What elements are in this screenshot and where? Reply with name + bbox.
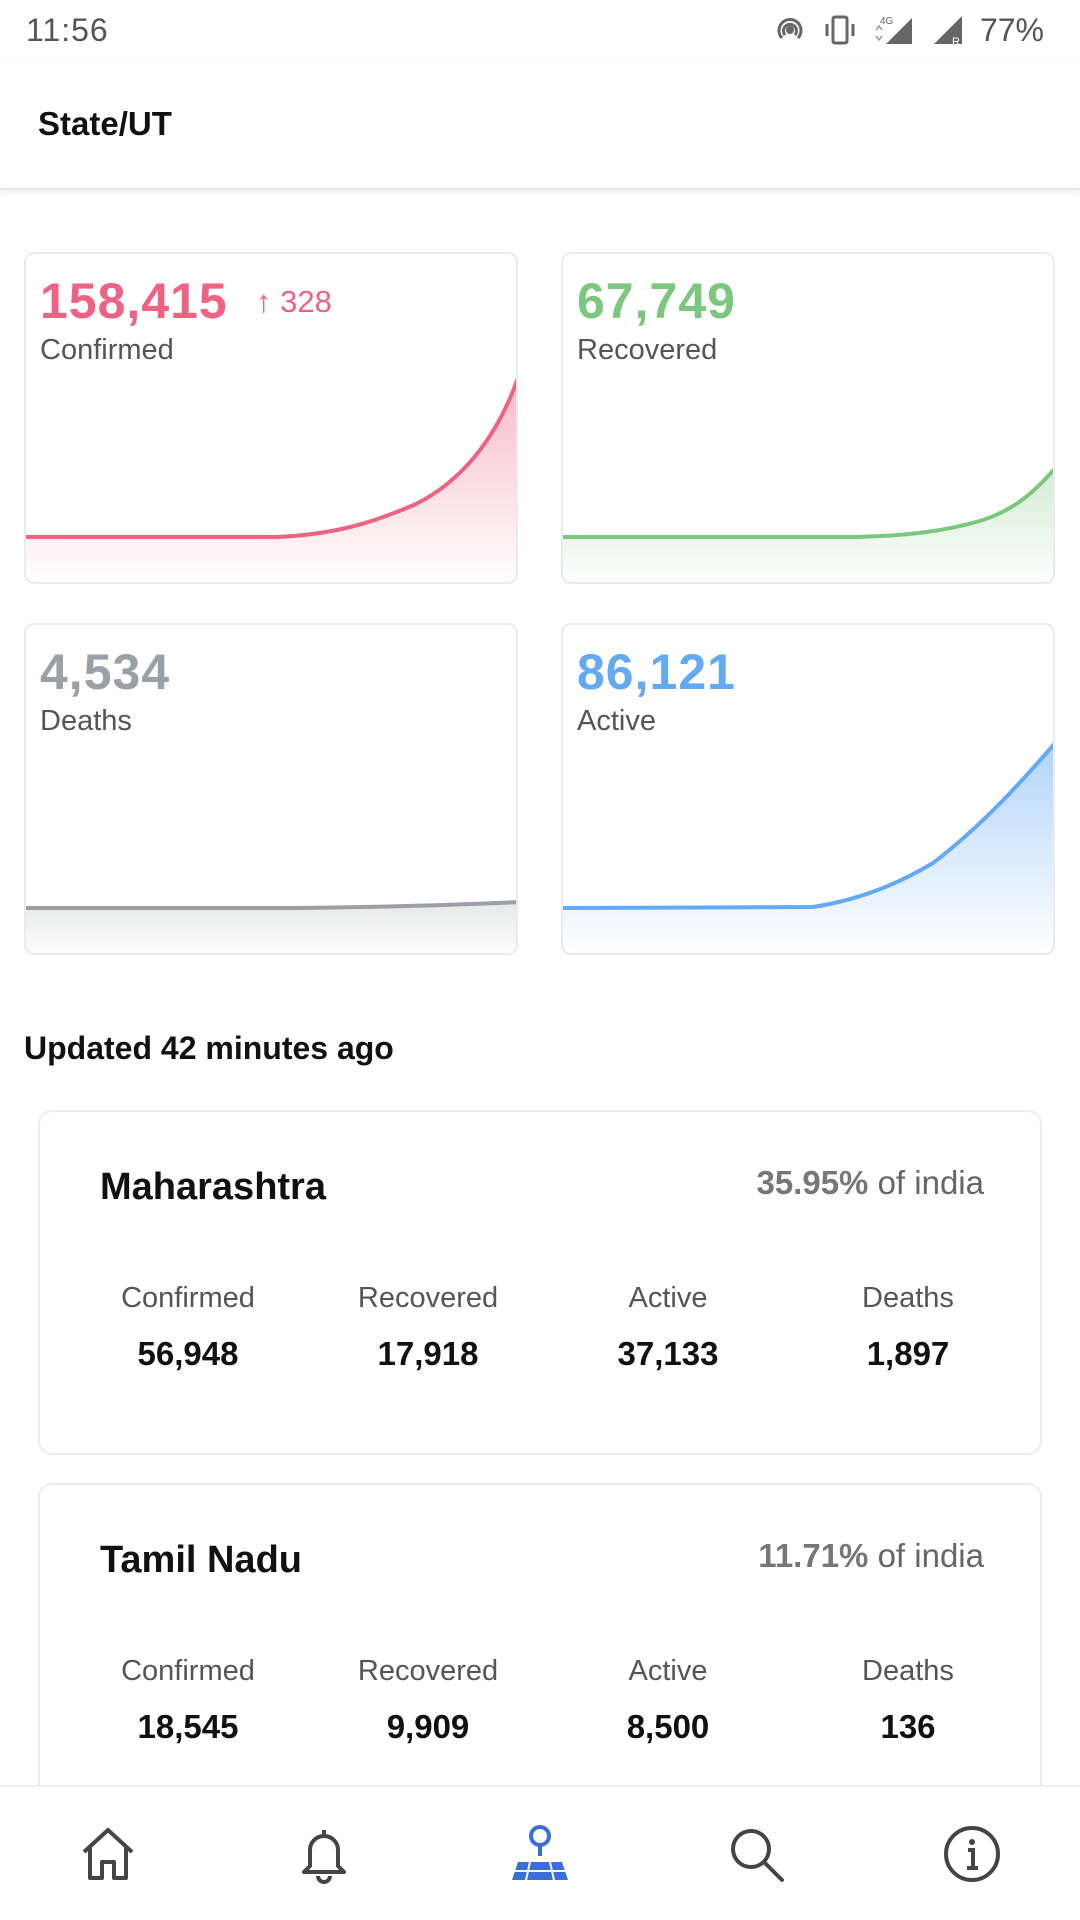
state-stat-active: Active 37,133 [617,1282,719,1372]
info-icon [944,1825,1000,1882]
hotspot-icon [772,12,808,48]
active-card[interactable]: 86,121 Active [561,623,1055,955]
deaths-value: 4,534 [40,644,171,700]
state-share: 35.95% of india [756,1164,984,1201]
updated-timestamp: Updated 42 minutes ago [24,1030,394,1066]
nav-home[interactable] [48,1804,168,1904]
page-title: State/UT [38,105,172,142]
state-stat-confirmed: Confirmed 56,948 [121,1282,255,1372]
deaths-label: Deaths [40,705,132,737]
battery-percent: 77% [979,11,1044,48]
signal-4g-icon: 4G [872,12,916,48]
state-stat-active: Active 8,500 [626,1655,710,1745]
confirmed-label: Confirmed [40,334,174,366]
state-name: Tamil Nadu [100,1539,302,1581]
state-stat-recovered: Recovered 17,918 [357,1282,499,1372]
map-pin-icon [512,1824,568,1880]
confirmed-value: 158,415 [40,273,228,329]
recovered-card[interactable]: 67,749 Recovered [561,252,1055,584]
state-card-maharashtra[interactable]: Maharashtra 35.95% of india Confirmed 56,… [38,1110,1042,1455]
vibrate-icon [822,12,858,48]
nav-notifications[interactable] [264,1804,384,1904]
state-stats: Confirmed 56,948 Recovered 17,918 Active 37… [40,1282,1044,1373]
state-stat-deaths: Deaths 1,897 [862,1282,954,1372]
state-stat-deaths: Deaths 136 [862,1655,954,1745]
svg-text:4G: 4G [880,16,894,27]
state-share: 11.71% of india [758,1537,984,1574]
state-stat-recovered: Recovered 9,909 [357,1655,499,1745]
bell-icon [302,1829,346,1884]
confirmed-delta: ↑ 328 [256,284,332,319]
nav-state[interactable] [480,1804,600,1904]
status-time: 11:56 [26,11,109,48]
active-value: 86,121 [577,644,736,700]
svg-text:R: R [952,36,960,48]
active-label: Active [577,705,656,737]
confirmed-card[interactable]: 158,415 ↑ 328 Confirmed [24,252,518,584]
state-stats: Confirmed 18,545 Recovered 9,909 Active 8,5… [40,1655,1044,1746]
signal-roaming-icon: R [930,12,966,48]
status-icons: 4G R 77% [772,12,1044,49]
nav-info[interactable] [912,1804,1032,1904]
home-icon [82,1827,134,1880]
state-name: Maharashtra [100,1166,326,1208]
bottom-nav [0,1785,1080,1920]
recovered-label: Recovered [577,334,718,366]
nav-search[interactable] [696,1804,816,1904]
state-card-tamil-nadu[interactable]: Tamil Nadu 11.71% of india Confirmed 18,5… [38,1483,1042,1828]
recovered-value: 67,749 [577,273,736,329]
status-bar: 11:56 4G R 77% [0,0,1080,60]
state-stat-confirmed: Confirmed 18,545 [121,1655,255,1745]
app-header: State/UT [0,60,1080,190]
deaths-card[interactable]: 4,534 Deaths [24,623,518,955]
search-icon [731,1828,784,1882]
